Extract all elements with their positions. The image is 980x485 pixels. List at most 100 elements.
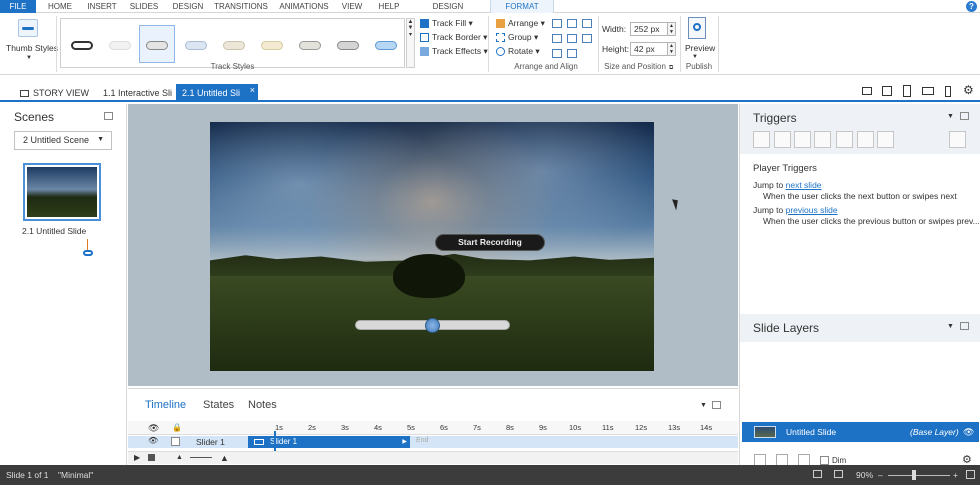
arrange-button[interactable]: Arrange ▾	[496, 17, 545, 29]
tab-design[interactable]: DESIGN	[169, 0, 207, 13]
track-style-9[interactable]	[375, 41, 397, 50]
tab-transitions[interactable]: TRANSITIONS	[213, 0, 269, 13]
align-center-icon[interactable]	[567, 19, 577, 28]
dialog-launcher-icon[interactable]: ⧉	[669, 62, 673, 74]
distribute-h-icon[interactable]	[552, 49, 562, 58]
preview-icon[interactable]	[688, 17, 706, 39]
track-style-1[interactable]	[71, 41, 93, 50]
width-field[interactable]: 252 px	[630, 22, 668, 36]
gallery-scroll[interactable]: ▲ ▼ ▾	[406, 18, 415, 68]
slide-thumbnail[interactable]	[23, 163, 101, 221]
move-up-icon[interactable]	[857, 131, 874, 148]
pop-out-icon[interactable]	[104, 112, 113, 120]
track-style-4[interactable]	[185, 41, 207, 50]
track-style-3[interactable]	[146, 41, 168, 50]
track-style-2[interactable]	[109, 41, 131, 50]
tab-insert[interactable]: INSERT	[84, 0, 120, 13]
track-border-button[interactable]: Track Border ▾	[420, 31, 487, 43]
height-stepper[interactable]: ▲ ▼	[667, 42, 676, 56]
pop-out-icon[interactable]	[960, 322, 969, 330]
close-icon[interactable]: ×	[250, 81, 255, 99]
link-icon[interactable]	[83, 250, 93, 256]
track-style-6[interactable]	[261, 41, 283, 50]
track-fill-button[interactable]: Track Fill ▾	[420, 17, 473, 29]
paste-trigger-icon[interactable]	[814, 131, 831, 148]
tab-slide-2-1[interactable]: 2.1 Untitled Sli ×	[176, 84, 258, 102]
tablet-portrait-icon[interactable]	[903, 85, 911, 97]
variables-icon[interactable]	[949, 131, 966, 148]
help-icon[interactable]: ?	[966, 1, 977, 12]
zoom-slider-thumb[interactable]	[912, 470, 916, 480]
lock-checkbox[interactable]	[171, 437, 180, 446]
preview-button[interactable]: Preview	[685, 42, 715, 54]
copy-trigger-icon[interactable]	[794, 131, 811, 148]
width-stepper[interactable]: ▲ ▼	[667, 22, 676, 36]
story-view-tab[interactable]: STORY VIEW	[14, 84, 95, 102]
tab-view[interactable]: VIEW	[338, 0, 366, 13]
chevron-down-icon[interactable]: ▼	[26, 52, 32, 64]
fit-icon[interactable]	[813, 470, 822, 478]
tab-help[interactable]: HELP	[374, 0, 404, 13]
new-trigger-icon[interactable]	[753, 131, 770, 148]
align-right-icon[interactable]	[582, 19, 592, 28]
rotate-button[interactable]: Rotate ▾	[496, 45, 540, 57]
tab-notes[interactable]: Notes	[248, 399, 277, 411]
align-top-icon[interactable]	[552, 34, 562, 43]
tab-timeline[interactable]: Timeline	[145, 399, 186, 411]
phone-landscape-icon[interactable]	[922, 87, 934, 95]
tab-home[interactable]: HOME	[44, 0, 76, 13]
pop-out-icon[interactable]	[712, 401, 721, 409]
align-left-icon[interactable]	[552, 19, 562, 28]
zoom-out-icon[interactable]: ▲	[176, 454, 183, 461]
timeline-ruler[interactable]: 👁 🔒 1s 2s 3s 4s 5s 6s 7s 8s 9s 10s 11s 1…	[128, 421, 738, 435]
thumb-styles-label[interactable]: Thumb Styles	[6, 42, 58, 54]
track-effects-button[interactable]: Track Effects ▾	[420, 45, 488, 57]
align-bottom-icon[interactable]	[582, 34, 592, 43]
tab-states[interactable]: States	[203, 399, 234, 411]
chevron-down-icon[interactable]: ▼	[947, 323, 954, 330]
delete-trigger-icon[interactable]	[836, 131, 853, 148]
comment-icon[interactable]	[834, 470, 843, 478]
zoom-slider[interactable]	[888, 475, 950, 476]
base-layer-row[interactable]: Untitled Slide (Base Layer) 👁	[742, 422, 979, 442]
distribute-v-icon[interactable]	[567, 49, 577, 58]
zoom-slider[interactable]	[190, 457, 212, 458]
tablet-landscape-icon[interactable]	[882, 86, 892, 96]
track-style-8[interactable]	[337, 41, 359, 50]
align-middle-icon[interactable]	[567, 34, 577, 43]
thumb-styles-icon[interactable]	[18, 19, 38, 37]
pop-out-icon[interactable]	[960, 112, 969, 120]
trigger-prev[interactable]: Jump to previous slide	[753, 205, 838, 215]
tab-animations[interactable]: ANIMATIONS	[276, 0, 332, 13]
slide-canvas[interactable]: Start Recording	[210, 122, 654, 371]
height-field[interactable]: 42 px	[630, 42, 668, 56]
desktop-view-icon[interactable]	[862, 87, 872, 95]
zoom-in-button[interactable]: +	[953, 465, 958, 485]
zoom-out-button[interactable]: –	[878, 465, 883, 485]
fit-window-icon[interactable]	[966, 470, 975, 479]
tab-file[interactable]: FILE	[0, 0, 36, 13]
scene-select[interactable]: 2 Untitled Scene ▼	[14, 131, 112, 150]
tab-slider-design[interactable]: DESIGN	[420, 0, 476, 13]
tab-slides[interactable]: SLIDES	[127, 0, 161, 13]
tab-format[interactable]: FORMAT	[490, 0, 554, 13]
phone-portrait-icon[interactable]	[945, 86, 951, 97]
chevron-down-icon[interactable]: ▼	[947, 113, 954, 120]
tab-slide-1-1[interactable]: 1.1 Interactive Sli	[97, 84, 178, 102]
gear-icon[interactable]: ⚙	[963, 83, 974, 97]
group-button[interactable]: Group ▾	[496, 31, 538, 43]
eye-icon[interactable]: 👁	[963, 422, 974, 442]
edit-trigger-icon[interactable]	[774, 131, 791, 148]
stop-icon[interactable]	[148, 454, 155, 461]
dim-checkbox[interactable]	[820, 456, 829, 465]
trigger-next[interactable]: Jump to next slide	[753, 180, 822, 190]
timeline-bar[interactable]: Slider 1 ▶	[248, 436, 410, 448]
play-icon[interactable]: ▶	[134, 453, 140, 462]
track-style-5[interactable]	[223, 41, 245, 50]
slider-thumb[interactable]	[425, 318, 440, 333]
timeline-row[interactable]: 👁 Slider 1 Slider 1 ▶ End	[128, 436, 738, 448]
move-down-icon[interactable]	[877, 131, 894, 148]
chevron-down-icon[interactable]: ▼	[700, 402, 707, 409]
zoom-in-icon[interactable]: ▲	[220, 453, 229, 463]
playhead[interactable]	[274, 431, 276, 451]
